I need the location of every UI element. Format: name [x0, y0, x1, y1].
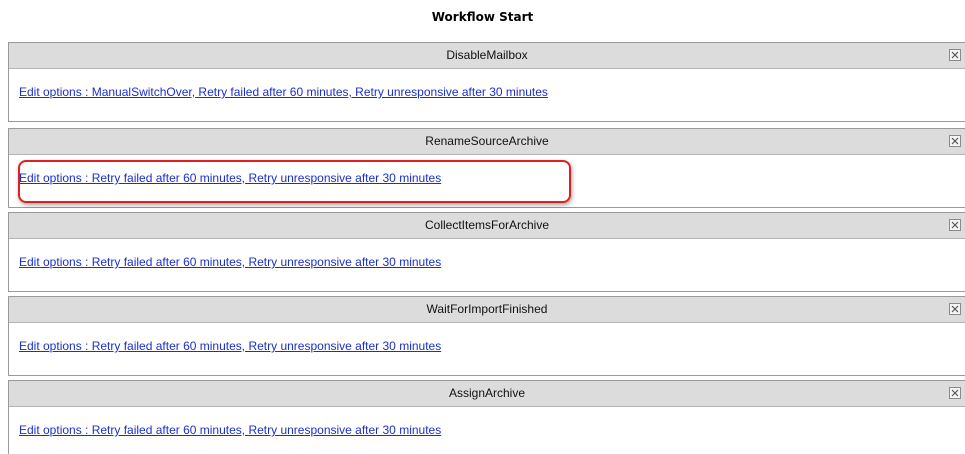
edit-options-link[interactable]: Edit options : Retry failed after 60 min… — [19, 423, 441, 437]
step-header: DisableMailbox — [9, 43, 965, 69]
workflow-step-collect-items-for-archive: CollectItemsForArchive Edit options : Re… — [8, 212, 965, 292]
workflow-step-disable-mailbox: DisableMailbox Edit options : ManualSwit… — [8, 42, 965, 122]
edit-options-link[interactable]: Edit options : Retry failed after 60 min… — [19, 339, 441, 353]
step-header: CollectItemsForArchive — [9, 213, 965, 239]
close-icon[interactable] — [949, 135, 961, 147]
step-body: Edit options : Retry failed after 60 min… — [9, 239, 965, 291]
step-name: WaitForImportFinished — [426, 302, 548, 316]
edit-options-link[interactable]: Edit options : ManualSwitchOver, Retry f… — [19, 85, 548, 99]
step-name: DisableMailbox — [446, 48, 528, 62]
step-header: AssignArchive — [9, 381, 965, 407]
workflow-step-assign-archive: AssignArchive Edit options : Retry faile… — [8, 380, 965, 454]
close-icon[interactable] — [949, 387, 961, 399]
step-header: RenameSourceArchive — [9, 129, 965, 155]
close-icon[interactable] — [949, 219, 961, 231]
step-body: Edit options : Retry failed after 60 min… — [9, 407, 965, 454]
close-icon[interactable] — [949, 303, 961, 315]
step-body: Edit options : Retry failed after 60 min… — [9, 155, 965, 207]
step-body: Edit options : Retry failed after 60 min… — [9, 323, 965, 375]
page-title: Workflow Start — [431, 10, 534, 24]
workflow-step-wait-for-import-finished: WaitForImportFinished Edit options : Ret… — [8, 296, 965, 376]
step-body: Edit options : ManualSwitchOver, Retry f… — [9, 69, 965, 121]
step-name: AssignArchive — [448, 386, 526, 400]
step-name: RenameSourceArchive — [425, 134, 549, 148]
step-header: WaitForImportFinished — [9, 297, 965, 323]
close-icon[interactable] — [949, 49, 961, 61]
edit-options-link[interactable]: Edit options : Retry failed after 60 min… — [19, 171, 441, 185]
step-name: CollectItemsForArchive — [424, 218, 550, 232]
edit-options-link[interactable]: Edit options : Retry failed after 60 min… — [19, 255, 441, 269]
workflow-step-rename-source-archive: RenameSourceArchive Edit options : Retry… — [8, 128, 965, 208]
